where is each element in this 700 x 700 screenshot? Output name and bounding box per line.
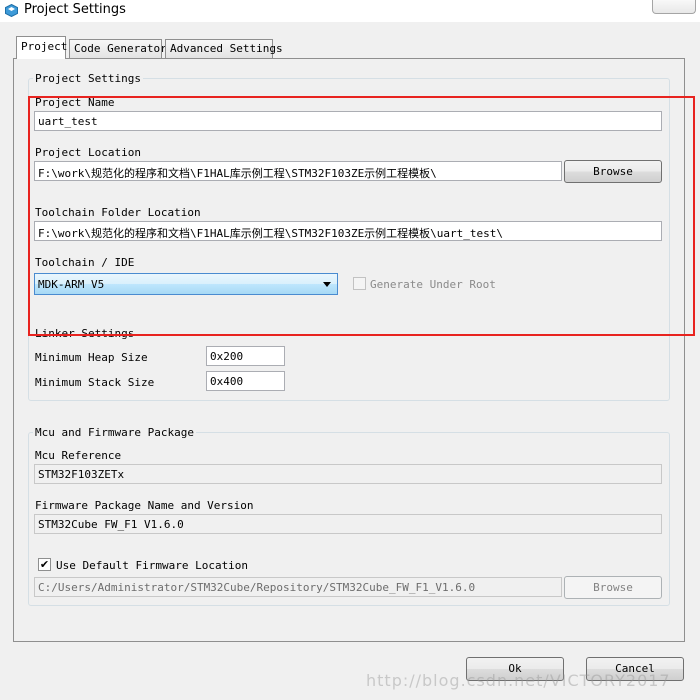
mcu-firmware-group-title: Mcu and Firmware Package [33, 426, 196, 439]
use-default-firmware-location-checkbox[interactable]: ✔ [38, 558, 51, 571]
watermark-text: http://blog.csdn.net/VICTORY2017 [366, 671, 671, 690]
min-heap-size-input[interactable]: 0x200 [206, 346, 285, 366]
min-heap-size-label: Minimum Heap Size [35, 351, 148, 364]
tab-code-generator[interactable]: Code Generator [69, 39, 167, 58]
window-close-button[interactable] [652, 0, 696, 14]
firmware-location-browse-button[interactable]: Browse [564, 576, 662, 599]
min-stack-size-input[interactable]: 0x400 [206, 371, 285, 391]
use-default-firmware-location-label: Use Default Firmware Location [56, 559, 249, 572]
mcu-reference-field: STM32F103ZETx [34, 464, 662, 484]
firmware-location-input[interactable]: C:/Users/Administrator/STM32Cube/Reposit… [34, 577, 562, 597]
min-stack-size-label: Minimum Stack Size [35, 376, 155, 389]
window-titlebar: Project Settings [0, 0, 700, 22]
mcu-reference-label: Mcu Reference [35, 449, 122, 462]
tab-project[interactable]: Project [16, 36, 67, 59]
highlight-box [28, 96, 695, 336]
project-settings-group-title: Project Settings [33, 72, 143, 85]
firmware-package-label: Firmware Package Name and Version [35, 499, 254, 512]
firmware-package-field: STM32Cube FW_F1 V1.6.0 [34, 514, 662, 534]
stm32cubemx-app-icon [5, 4, 18, 17]
window-title: Project Settings [24, 2, 126, 17]
tab-advanced-settings[interactable]: Advanced Settings [165, 39, 283, 58]
